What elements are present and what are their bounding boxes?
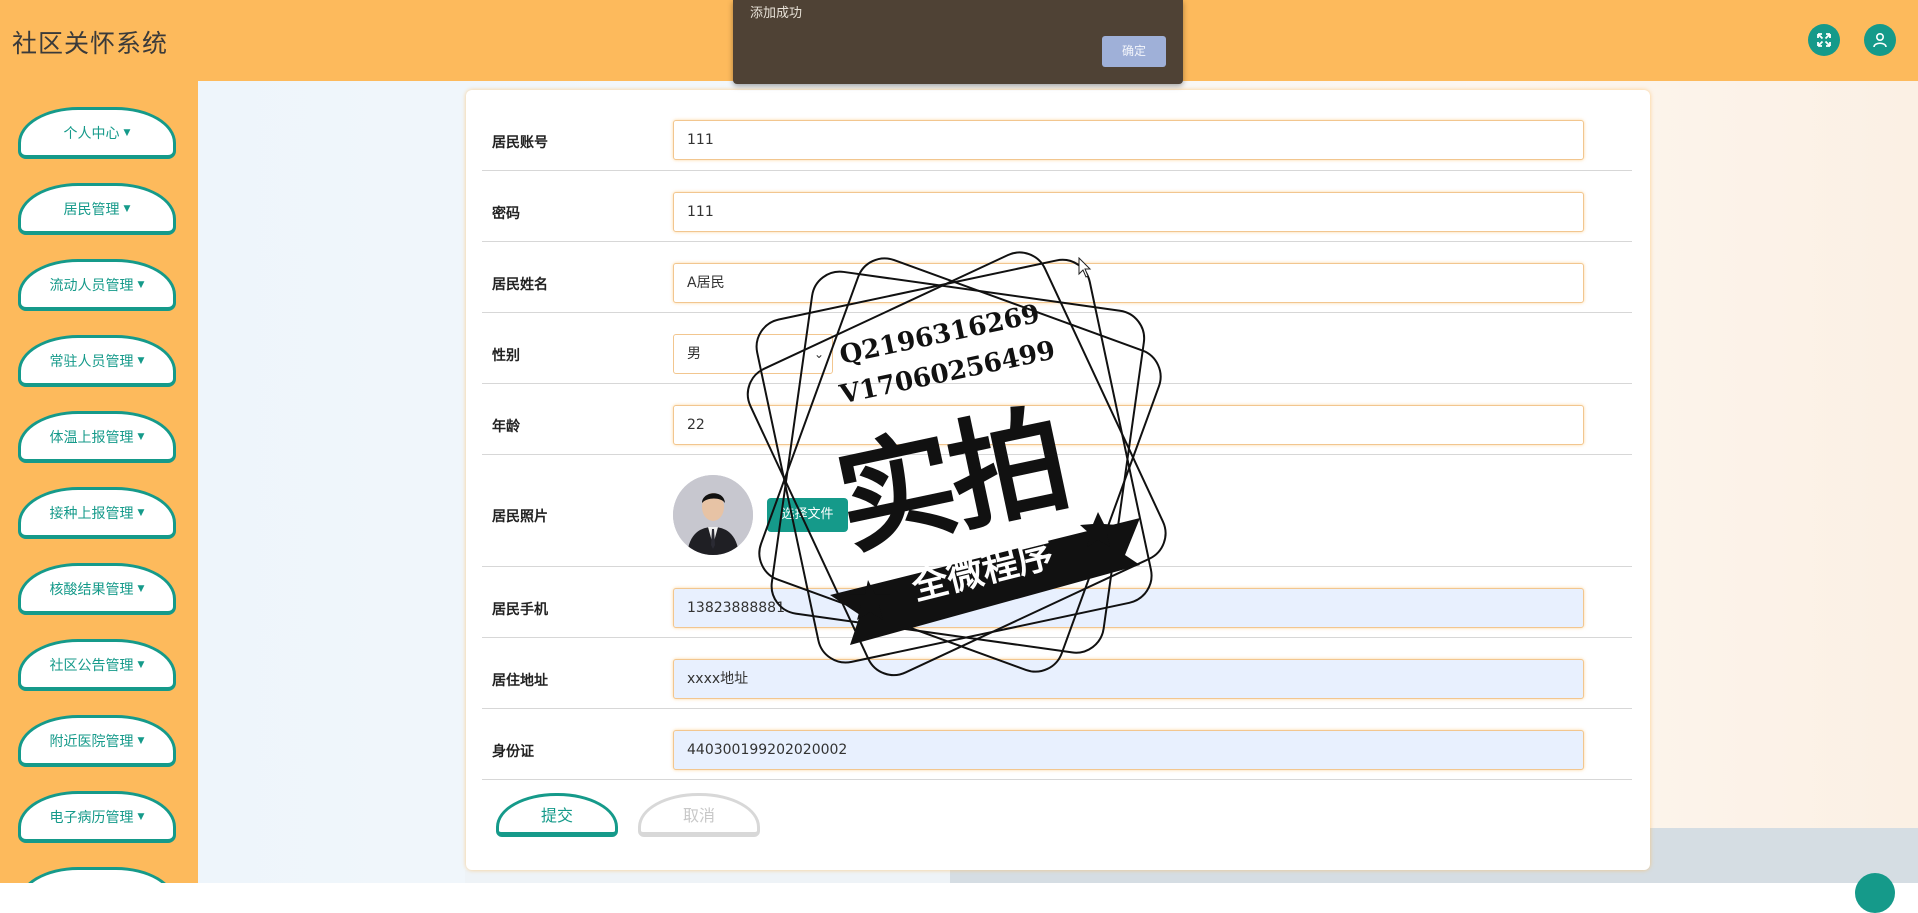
form-row-name: 居民姓名 A居民 (482, 241, 1632, 313)
sidebar-item-nucleic-acid-results[interactable]: 核酸结果管理 ▼ (18, 563, 176, 615)
address-label: 居住地址 (492, 673, 548, 689)
form-row-address: 居住地址 xxxx地址 (482, 637, 1632, 709)
form-row-idcard: 身份证 440300199202020002 (482, 708, 1632, 780)
sidebar-item-label: 电子病历管理 (49, 809, 134, 826)
sidebar-item-label: 社区公告管理 (49, 657, 134, 674)
sidebar-item-nearby-hospitals[interactable]: 附近医院管理 ▼ (18, 715, 176, 767)
fullscreen-button[interactable] (1808, 24, 1840, 56)
name-input[interactable]: A居民 (673, 263, 1584, 303)
caret-down-icon: ▼ (137, 583, 145, 594)
submit-button[interactable]: 提交 (496, 793, 618, 837)
sidebar-item-label: 体温上报管理 (49, 429, 134, 446)
account-input[interactable]: 111 (673, 120, 1584, 160)
cancel-button[interactable]: 取消 (638, 793, 760, 837)
floating-action-button[interactable] (1855, 873, 1895, 913)
age-label: 年龄 (492, 419, 520, 435)
caret-down-icon: ▼ (137, 279, 145, 290)
app-title: 社区关怀系统 (12, 29, 169, 58)
caret-down-icon: ▼ (123, 127, 131, 138)
form-row-gender: 性别 男 ⌄ (482, 312, 1632, 384)
gender-select[interactable]: 男 ⌄ (673, 334, 833, 374)
success-toast: 添加成功 确定 (733, 0, 1183, 84)
name-label: 居民姓名 (492, 277, 548, 293)
sidebar-item-label: 附近医院管理 (49, 733, 134, 750)
sidebar-item-label: 常驻人员管理 (49, 353, 134, 370)
sidebar-item-floating-population[interactable]: 流动人员管理 ▼ (18, 259, 176, 311)
address-input[interactable]: xxxx地址 (673, 659, 1584, 699)
user-menu-button[interactable] (1864, 24, 1896, 56)
caret-down-icon: ▼ (123, 203, 131, 214)
form-row-photo: 居民照片 选择文件 (482, 454, 1632, 567)
sidebar-item-label: 核酸结果管理 (49, 581, 134, 598)
gender-selected-value: 男 (687, 346, 701, 362)
resident-form-card: 居民账号 111 密码 111 居民姓名 A居民 性别 男 ⌄ 年龄 22 居民… (466, 90, 1650, 870)
password-label: 密码 (492, 206, 520, 222)
caret-down-icon: ▼ (137, 735, 145, 746)
sidebar-item-residents[interactable]: 居民管理 ▼ (18, 183, 176, 235)
form-row-account: 居民账号 111 (482, 90, 1632, 171)
caret-down-icon: ▼ (137, 811, 145, 822)
age-input[interactable]: 22 (673, 405, 1584, 445)
caret-down-icon: ▼ (137, 431, 145, 442)
choose-file-button[interactable]: 选择文件 (767, 498, 848, 532)
sidebar-item-label: 流动人员管理 (49, 277, 134, 294)
sidebar-item-medical-records[interactable]: 电子病历管理 ▼ (18, 791, 176, 843)
sidebar-item-community-notices[interactable]: 社区公告管理 ▼ (18, 639, 176, 691)
sidebar-item-temperature-report[interactable]: 体温上报管理 ▼ (18, 411, 176, 463)
sidebar-item-permanent-residents[interactable]: 常驻人员管理 ▼ (18, 335, 176, 387)
sidebar-item-more[interactable] (18, 867, 176, 883)
person-photo-icon (673, 475, 753, 555)
caret-down-icon: ▼ (137, 355, 145, 366)
account-label: 居民账号 (492, 135, 548, 151)
phone-label: 居民手机 (492, 602, 548, 618)
expand-icon (1817, 33, 1831, 47)
password-input[interactable]: 111 (673, 192, 1584, 232)
idcard-input[interactable]: 440300199202020002 (673, 730, 1584, 770)
form-row-age: 年龄 22 (482, 383, 1632, 455)
form-row-password: 密码 111 (482, 170, 1632, 242)
sidebar-item-label: 居民管理 (63, 201, 120, 218)
sidebar-item-vaccination-report[interactable]: 接种上报管理 ▼ (18, 487, 176, 539)
gender-label: 性别 (492, 348, 520, 364)
caret-down-icon: ▼ (137, 507, 145, 518)
toast-message: 添加成功 (750, 6, 803, 21)
mouse-cursor-icon (1078, 257, 1092, 278)
sidebar: 个人中心 ▼ 居民管理 ▼ 流动人员管理 ▼ 常驻人员管理 ▼ 体温上报管理 ▼ 接种上报… (0, 81, 198, 883)
sidebar-item-label: 接种上报管理 (49, 505, 134, 522)
toast-confirm-button[interactable]: 确定 (1102, 36, 1166, 67)
user-icon (1873, 32, 1887, 48)
idcard-label: 身份证 (492, 744, 534, 760)
form-row-phone: 居民手机 13823888881 (482, 566, 1632, 638)
photo-label: 居民照片 (492, 509, 548, 525)
page-bottom-strip-left (465, 870, 950, 883)
resident-photo (673, 475, 753, 555)
sidebar-item-personal-center[interactable]: 个人中心 ▼ (18, 107, 176, 159)
caret-down-icon: ▼ (137, 659, 145, 670)
sidebar-item-label: 个人中心 (63, 125, 120, 142)
phone-input[interactable]: 13823888881 (673, 588, 1584, 628)
chevron-down-icon: ⌄ (813, 347, 824, 361)
